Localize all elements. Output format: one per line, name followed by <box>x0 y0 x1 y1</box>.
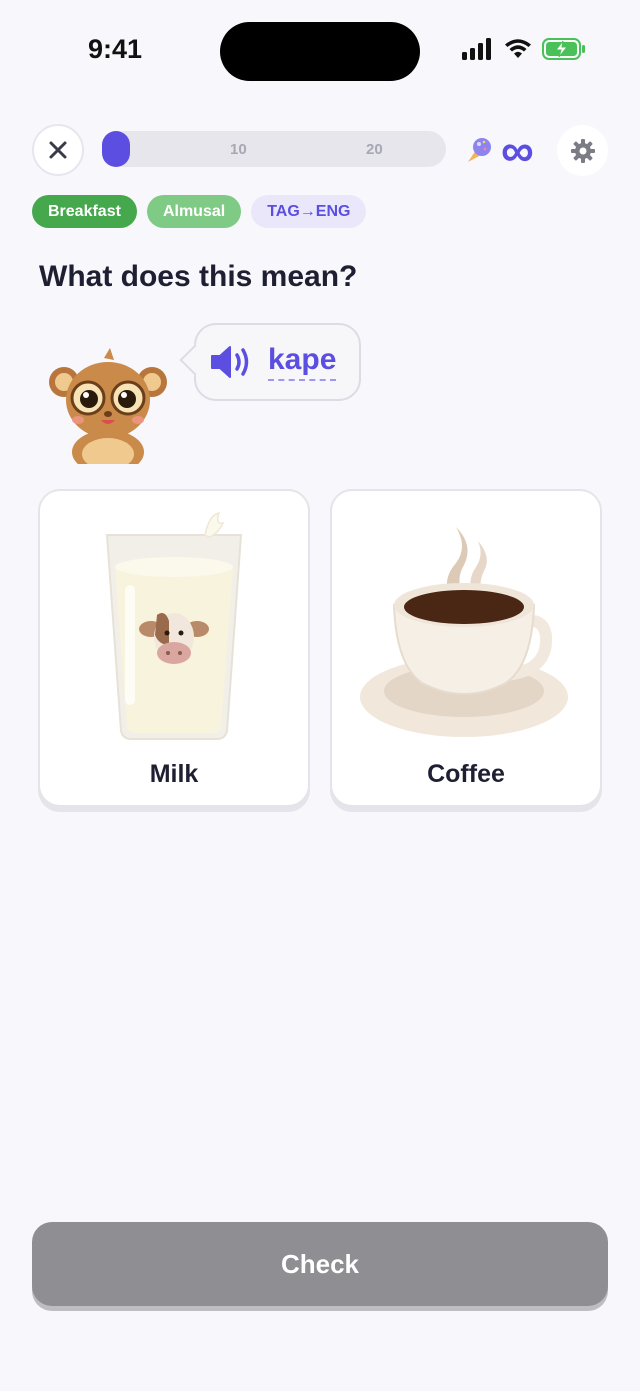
speech-bubble[interactable]: kape <box>194 323 361 401</box>
option-card-coffee[interactable]: Coffee <box>330 489 602 807</box>
lesson-tags: Breakfast Almusal TAG→ENG <box>32 195 367 228</box>
tarsier-mascot-icon <box>49 348 167 464</box>
cellular-signal-icon <box>462 38 491 60</box>
close-icon <box>49 141 67 159</box>
settings-button[interactable] <box>557 125 608 176</box>
check-button[interactable]: Check <box>32 1222 608 1306</box>
wifi-icon <box>505 39 531 58</box>
progress-tick-10: 10 <box>230 141 247 158</box>
lesson-progress-bar: 10 20 <box>102 131 446 167</box>
progress-tick-20: 20 <box>366 141 383 158</box>
question-prompt: What does this mean? <box>39 260 358 293</box>
close-button[interactable] <box>32 124 84 176</box>
target-word[interactable]: kape <box>268 343 337 381</box>
option-label-coffee: Coffee <box>427 760 505 788</box>
dynamic-island <box>220 22 420 81</box>
option-card-milk[interactable]: Milk <box>38 489 310 807</box>
answer-options: Milk Coffee <box>38 489 602 807</box>
tag-direction: TAG→ENG <box>251 195 367 228</box>
ice-cream-icon <box>468 138 491 162</box>
progress-fill <box>102 131 130 167</box>
speaker-icon[interactable] <box>210 345 254 379</box>
status-time: 9:41 <box>88 34 143 64</box>
battery-charging-icon <box>542 38 585 60</box>
tag-topic: Breakfast <box>32 195 137 228</box>
status-icons <box>462 38 586 60</box>
option-label-milk: Milk <box>149 760 199 788</box>
milk-glass-icon <box>105 512 243 740</box>
gear-icon <box>570 138 595 163</box>
infinite-hearts-icon[interactable]: ∞ <box>501 127 534 173</box>
coffee-cup-icon <box>360 527 568 737</box>
tag-topic-translation: Almusal <box>146 195 242 228</box>
